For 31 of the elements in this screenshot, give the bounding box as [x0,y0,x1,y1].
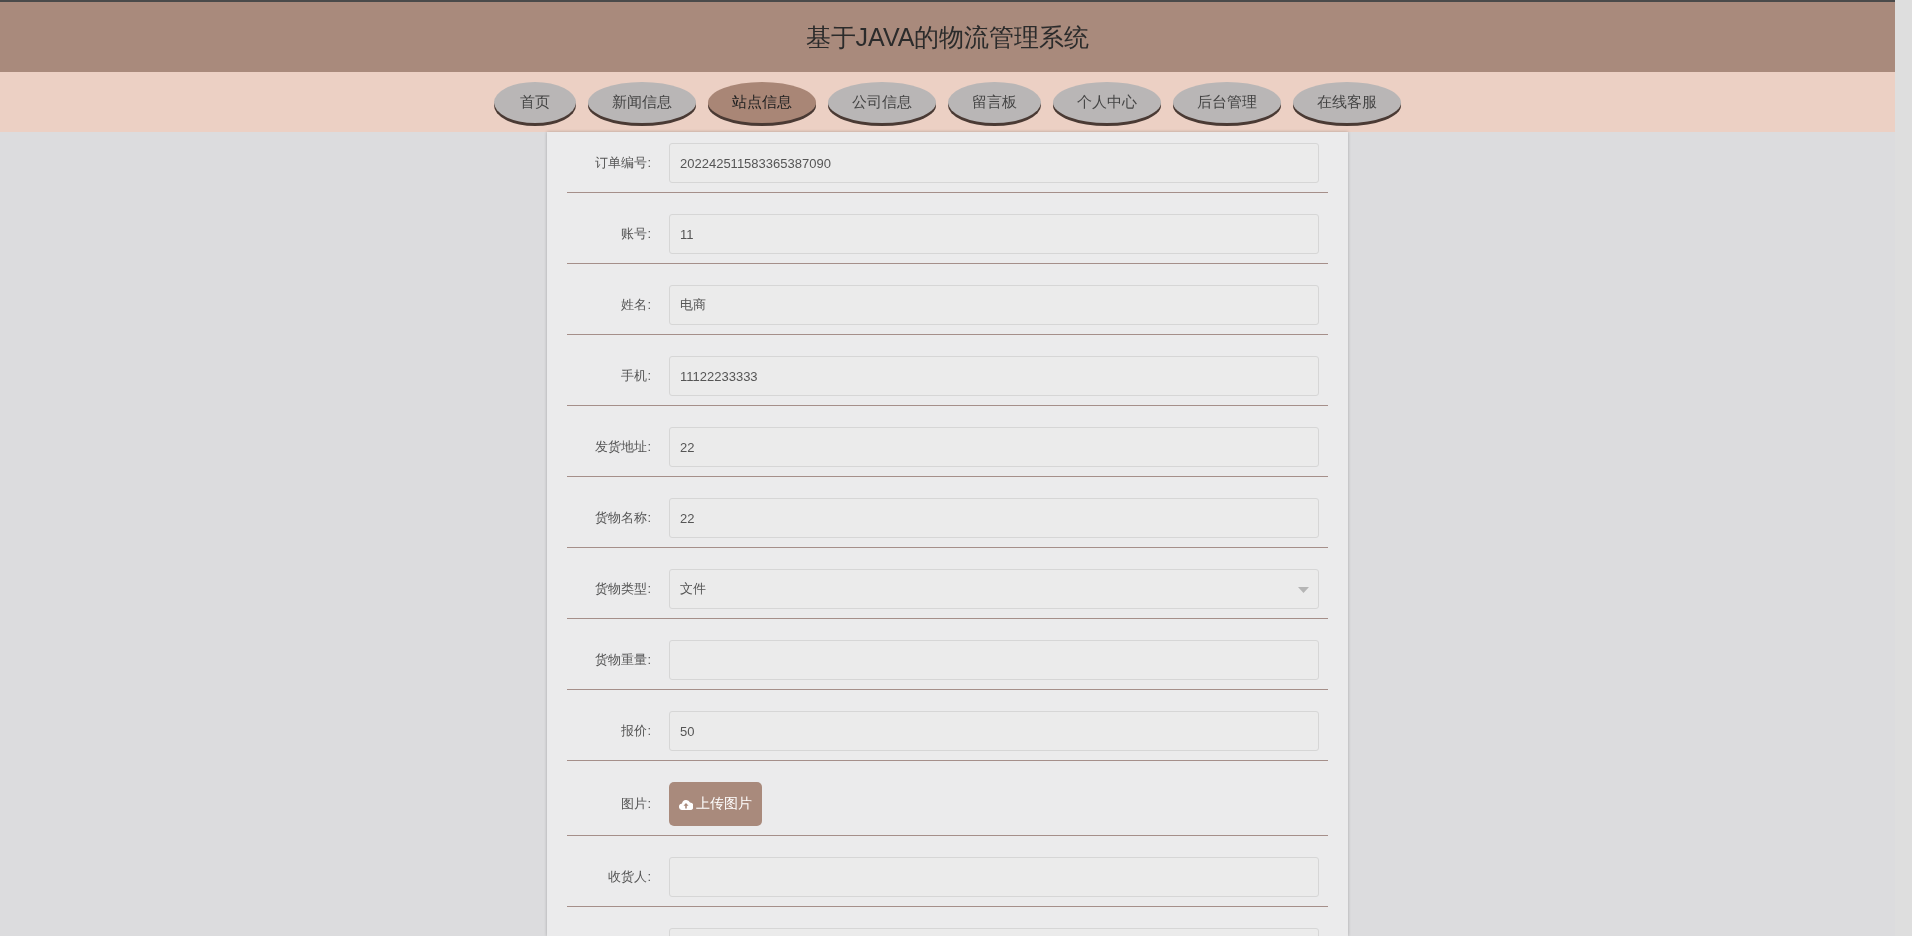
input-field[interactable]: 22 [669,498,1319,538]
input-field[interactable]: 202242511583365387090 [669,143,1319,183]
field-label: 手机: [620,367,651,385]
nav-tab[interactable]: 首页 [494,82,576,123]
site-title: 基于JAVA的物流管理系统 [805,21,1090,53]
select-field[interactable]: 文件 [669,569,1319,609]
nav-tab[interactable]: 在线客服 [1293,82,1401,123]
input-field[interactable]: 22 [669,427,1319,467]
field-label: 发货地址: [594,438,651,456]
input-field[interactable]: 电商 [669,285,1319,325]
nav-tab[interactable]: 个人中心 [1053,82,1161,123]
cloud-upload-icon [679,798,693,810]
field-label: 报价: [620,722,651,740]
nav-tab[interactable]: 后台管理 [1173,82,1281,123]
input-field[interactable]: 50 [669,711,1319,751]
input-field[interactable]: 11 [669,214,1319,254]
upload-button[interactable]: 上传图片 [669,782,762,826]
field-label: 订单编号: [594,154,651,172]
field-label: 货物类型: [594,580,651,598]
field-label: 姓名: [620,296,651,314]
field-label: 货物名称: [594,509,651,527]
nav-tab[interactable]: 站点信息 [708,82,816,123]
caret-icon [1298,587,1309,593]
nav-tab[interactable]: 新闻信息 [588,82,696,123]
nav-tab[interactable]: 留言板 [948,82,1041,123]
field-label: 货物重量: [594,651,651,669]
input-field[interactable]: 11122233333 [669,356,1319,396]
field-label: 图片: [620,795,651,813]
field-label: 收货人: [607,868,651,886]
field-label: 账号: [620,225,651,243]
nav-tab[interactable]: 公司信息 [828,82,936,123]
